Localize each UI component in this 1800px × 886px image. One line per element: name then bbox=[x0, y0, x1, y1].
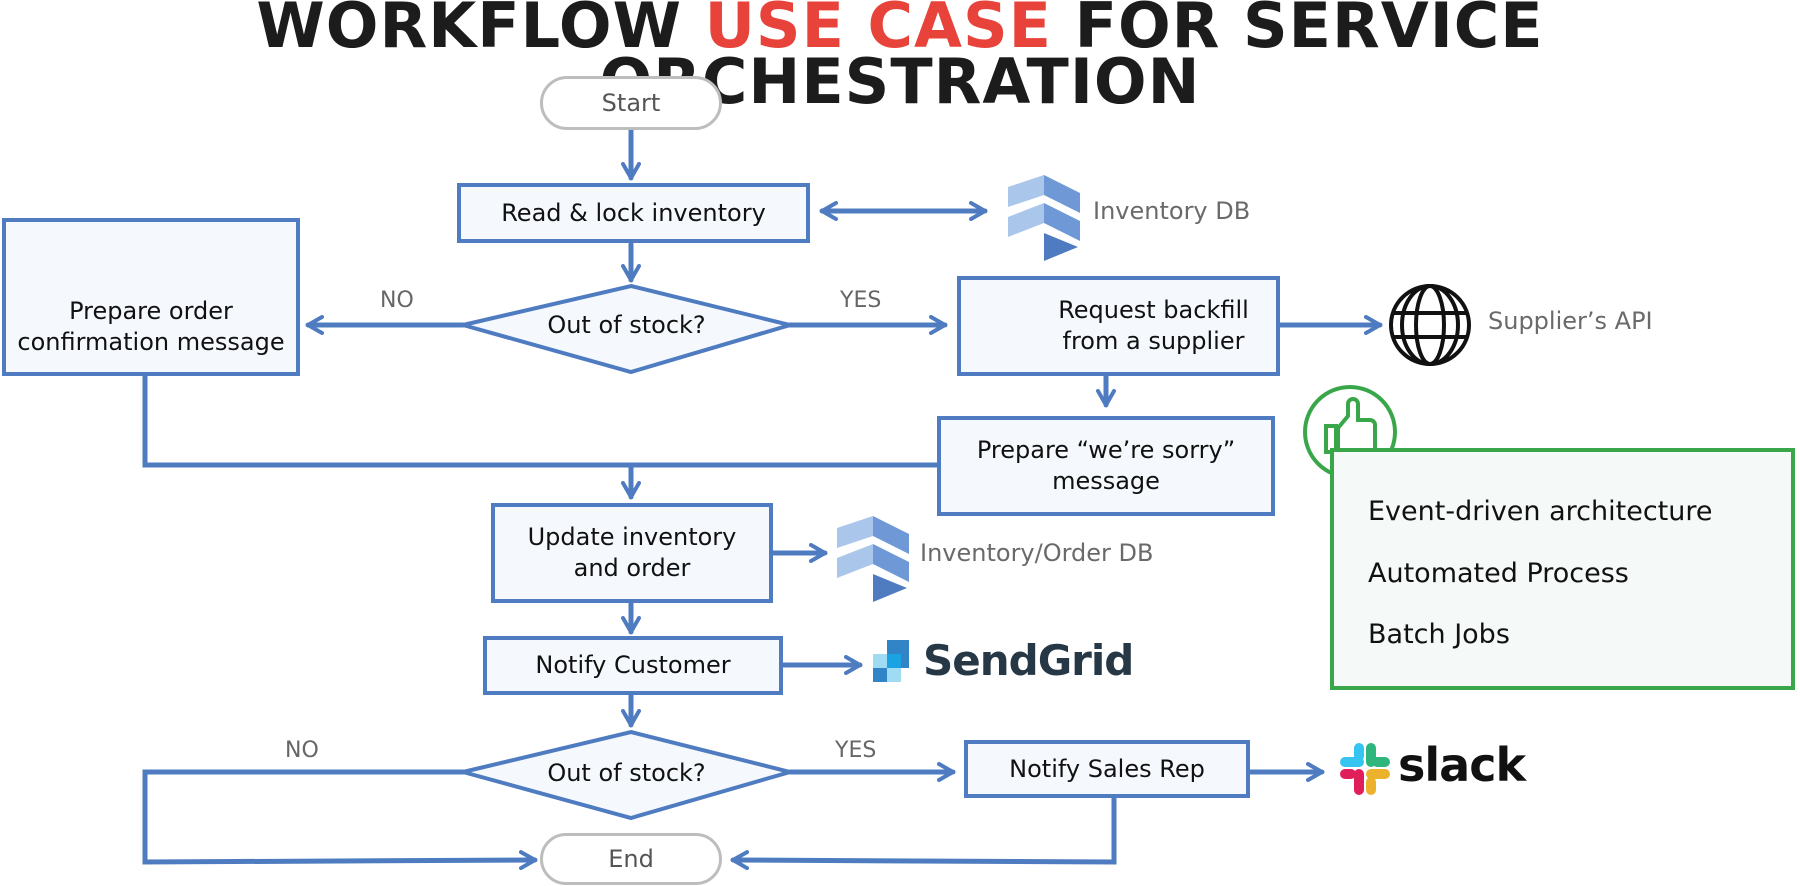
firestore-icon-2 bbox=[837, 516, 909, 602]
sendgrid-label: SendGrid bbox=[923, 636, 1134, 685]
flow-connectors bbox=[115, 125, 1471, 871]
inventory-order-db-label: Inventory/Order DB bbox=[920, 539, 1154, 567]
benefit-item: Event-driven architecture bbox=[1368, 496, 1713, 527]
decision2-label: Out of stock? bbox=[547, 759, 706, 787]
update-line2: and order bbox=[573, 554, 691, 582]
read-lock-label: Read & lock inventory bbox=[501, 198, 766, 227]
benefit-item: Batch Jobs bbox=[1368, 619, 1510, 650]
notify-customer-label: Notify Customer bbox=[535, 651, 731, 679]
update-inventory-box: Update inventory and order bbox=[491, 503, 773, 603]
d1-no-label: NO bbox=[380, 288, 414, 313]
edge-confirmation-merge bbox=[142, 372, 940, 468]
prepare-confirmation-line2: confirmation message bbox=[17, 328, 285, 356]
prepare-sorry-line2: message bbox=[1052, 467, 1160, 495]
prepare-confirmation-line1: Prepare order bbox=[69, 297, 233, 325]
decision1-label: Out of stock? bbox=[547, 311, 706, 339]
benefit-item: Automated Process bbox=[1368, 558, 1629, 589]
d1-yes-label: YES bbox=[840, 288, 882, 313]
suppliers-api-label: Supplier’s API bbox=[1488, 307, 1653, 335]
d2-yes-label: YES bbox=[835, 738, 877, 763]
request-backfill-line2: from a supplier bbox=[1062, 327, 1245, 355]
prepare-sorry-line1: Prepare “we’re sorry” bbox=[976, 436, 1236, 464]
globe-icon bbox=[1389, 284, 1471, 366]
request-backfill-line1: Request backfill bbox=[1058, 296, 1249, 324]
prepare-confirmation-box: Prepare order confirmation message bbox=[2, 218, 300, 376]
end-label: End bbox=[608, 845, 654, 873]
start-node: Start bbox=[540, 76, 722, 130]
read-lock-inventory-box: Read & lock inventory bbox=[457, 183, 810, 243]
prepare-sorry-box: Prepare “we’re sorry” message bbox=[937, 416, 1275, 516]
sendgrid-logo-icon bbox=[873, 640, 909, 682]
firestore-icon bbox=[1008, 175, 1080, 261]
start-label: Start bbox=[601, 89, 661, 117]
notify-customer-box: Notify Customer bbox=[483, 636, 783, 695]
slack-label: slack bbox=[1398, 738, 1526, 792]
end-node: End bbox=[540, 833, 722, 885]
inventory-db-label: Inventory DB bbox=[1093, 197, 1251, 225]
d2-no-label: NO bbox=[285, 738, 319, 763]
edge-sales-end bbox=[730, 795, 1117, 871]
update-line1: Update inventory bbox=[527, 523, 737, 551]
request-backfill-box: Request backfill from a supplier bbox=[957, 276, 1280, 376]
notify-sales-label: Notify Sales Rep bbox=[1009, 754, 1205, 783]
notify-sales-box: Notify Sales Rep bbox=[964, 740, 1250, 798]
slack-logo-icon bbox=[1340, 743, 1390, 795]
